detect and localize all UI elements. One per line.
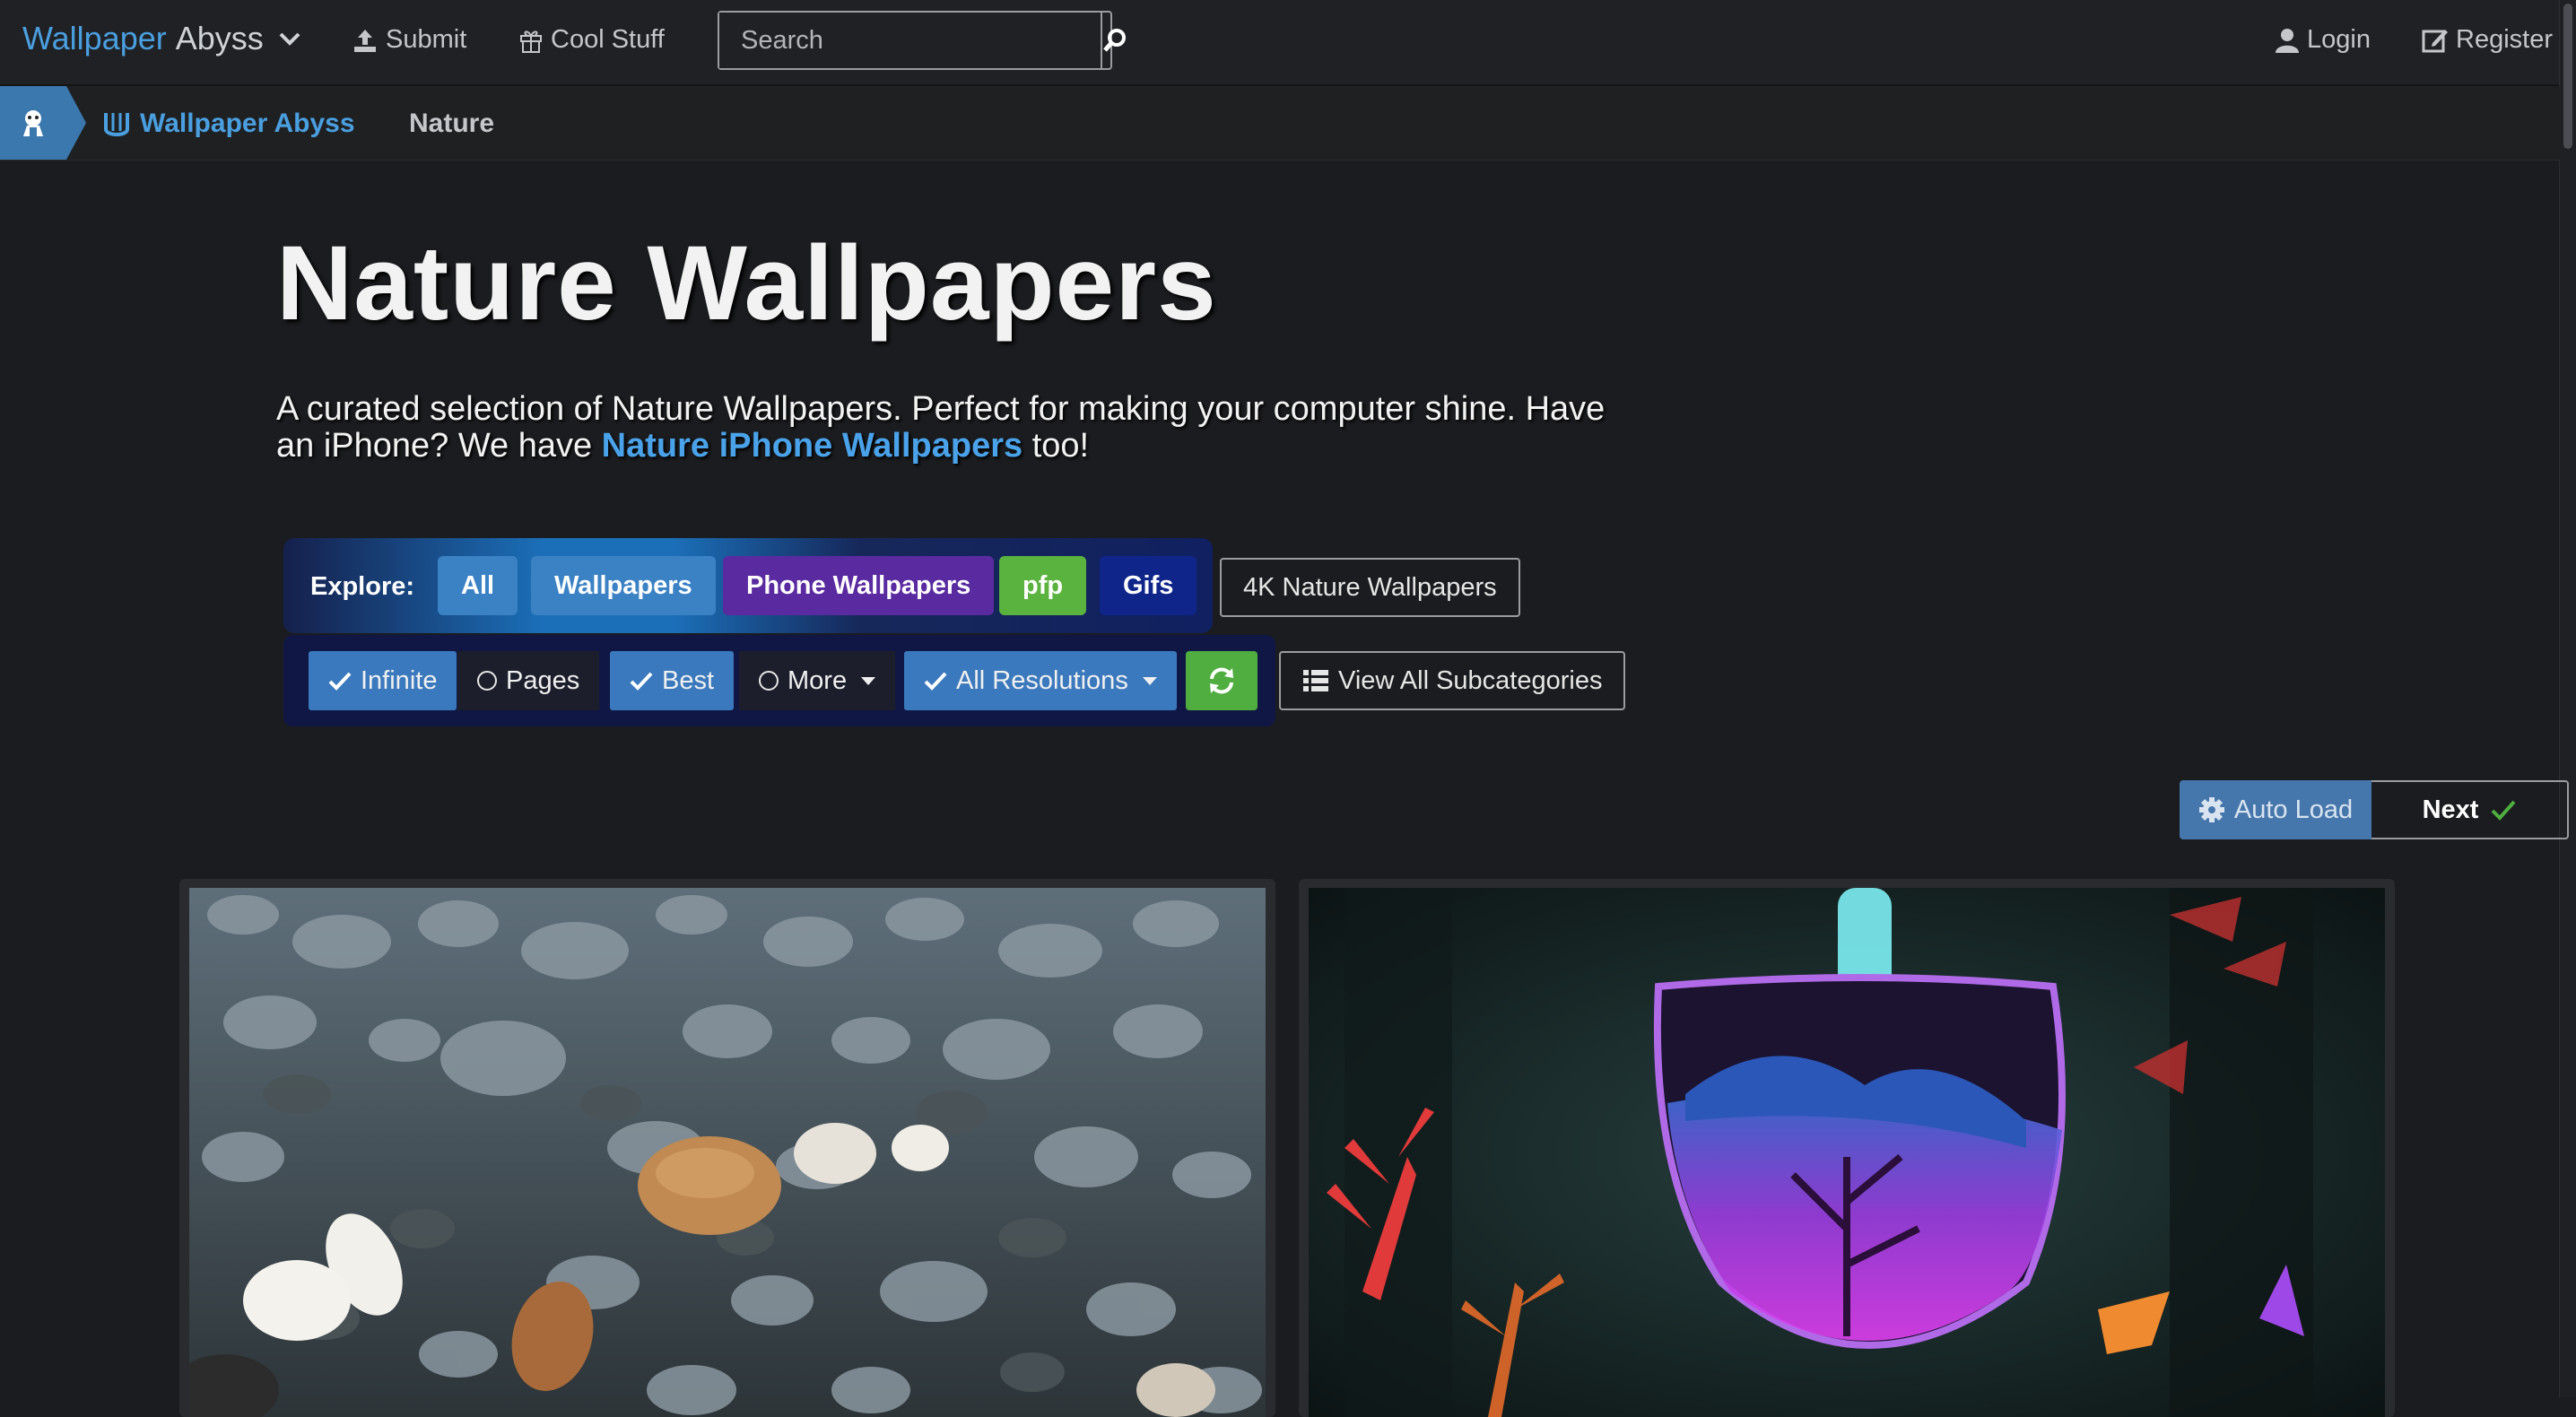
- auto-load-button[interactable]: Auto Load: [2180, 780, 2371, 839]
- check-icon: [924, 672, 947, 691]
- check-icon: [328, 672, 352, 691]
- upload-icon: [354, 29, 376, 52]
- refresh-icon: [1210, 667, 1233, 694]
- search-input[interactable]: [719, 13, 1101, 68]
- more-label: More: [788, 665, 848, 695]
- page-scrollbar[interactable]: [2559, 0, 2576, 1397]
- best-label: Best: [662, 665, 715, 695]
- scrollbar-thumb[interactable]: [2563, 4, 2572, 149]
- explore-bar: Explore: All Wallpapers Phone Wallpapers…: [283, 538, 1213, 633]
- explore-pfp-button[interactable]: pfp: [999, 556, 1087, 615]
- resolutions-label: All Resolutions: [956, 665, 1128, 695]
- resolutions-dropdown[interactable]: All Resolutions: [904, 651, 1177, 710]
- search-icon: [1103, 29, 1126, 52]
- explore-wallpapers-button[interactable]: Wallpapers: [531, 556, 716, 615]
- breadcrumb-current[interactable]: Nature: [409, 109, 494, 139]
- pages-toggle[interactable]: Pages: [457, 651, 600, 710]
- pages-label: Pages: [506, 665, 580, 695]
- check-icon: [630, 672, 653, 691]
- caret-down-icon: [1142, 676, 1157, 685]
- brand-subname: Abyss: [175, 20, 264, 57]
- cool-stuff-link[interactable]: Cool Stuff: [518, 25, 665, 55]
- user-icon: [2276, 28, 2299, 53]
- breadcrumb: Wallpaper Abyss Nature: [0, 86, 2560, 161]
- explore-label: Explore:: [310, 572, 415, 601]
- submit-link[interactable]: Submit: [352, 25, 466, 55]
- login-label: Login: [2307, 25, 2371, 54]
- view-subcategories-label: View All Subcategories: [1338, 666, 1603, 695]
- pebbles-image: [189, 888, 1266, 1417]
- breadcrumb-current-label: Nature: [409, 109, 495, 138]
- wallpaper-thumbnail[interactable]: [1299, 879, 2395, 1417]
- more-dropdown[interactable]: More: [739, 651, 896, 710]
- wallpaper-thumbnail[interactable]: [179, 879, 1275, 1417]
- breadcrumb-site-label: Wallpaper Abyss: [140, 109, 355, 138]
- search-box: [718, 11, 1126, 70]
- next-button[interactable]: Next: [2371, 780, 2569, 839]
- search-button[interactable]: [1101, 13, 1127, 68]
- page-description: A curated selection of Nature Wallpapers…: [276, 391, 1622, 465]
- brand-dropdown[interactable]: Wallpaper Abyss: [22, 20, 301, 57]
- best-toggle[interactable]: Best: [610, 651, 735, 710]
- page-title: Nature Wallpapers: [276, 224, 1217, 343]
- gift-icon: [520, 30, 542, 53]
- 4k-wallpapers-label: 4K Nature Wallpapers: [1243, 573, 1497, 602]
- view-options-bar: Infinite Pages Best More All Resolutions: [283, 635, 1275, 726]
- radio-empty-icon: [477, 671, 497, 691]
- glass-forest-image: [1309, 888, 2385, 1417]
- explore-phone-wallpapers-button[interactable]: Phone Wallpapers: [723, 556, 995, 615]
- wallpaper-abyss-icon: [104, 113, 129, 136]
- view-subcategories-button[interactable]: View All Subcategories: [1279, 651, 1626, 710]
- gear-icon: [2198, 797, 2224, 822]
- register-link[interactable]: Register: [2422, 25, 2553, 55]
- description-text-end: too!: [1023, 427, 1090, 465]
- check-icon: [2492, 800, 2516, 821]
- refresh-button[interactable]: [1186, 651, 1258, 710]
- top-navbar: Wallpaper Abyss Submit Cool Stuff Search…: [0, 0, 2576, 86]
- submit-label: Submit: [386, 25, 467, 54]
- infinite-label: Infinite: [361, 665, 438, 695]
- caret-down-icon: [861, 676, 876, 685]
- 4k-wallpapers-button[interactable]: 4K Nature Wallpapers: [1220, 558, 1520, 617]
- auto-load-label: Auto Load: [2233, 795, 2354, 824]
- login-link[interactable]: Login: [2275, 25, 2371, 55]
- infinite-toggle[interactable]: Infinite: [309, 651, 457, 710]
- iphone-wallpapers-link[interactable]: Nature iPhone Wallpapers: [602, 427, 1023, 465]
- list-icon: [1303, 670, 1328, 691]
- radio-empty-icon: [759, 671, 779, 691]
- chevron-down-icon: [279, 32, 300, 46]
- alpha-coders-icon: [23, 110, 43, 136]
- breadcrumb-site-link[interactable]: Wallpaper Abyss: [102, 109, 355, 139]
- breadcrumb-home-button[interactable]: [0, 86, 86, 160]
- brand-name: Wallpaper: [22, 20, 167, 57]
- explore-all-button[interactable]: All: [438, 556, 518, 615]
- cool-stuff-label: Cool Stuff: [551, 25, 665, 54]
- next-label: Next: [2422, 795, 2479, 824]
- register-label: Register: [2456, 25, 2553, 54]
- edit-icon: [2422, 29, 2448, 52]
- explore-gifs-button[interactable]: Gifs: [1100, 556, 1197, 615]
